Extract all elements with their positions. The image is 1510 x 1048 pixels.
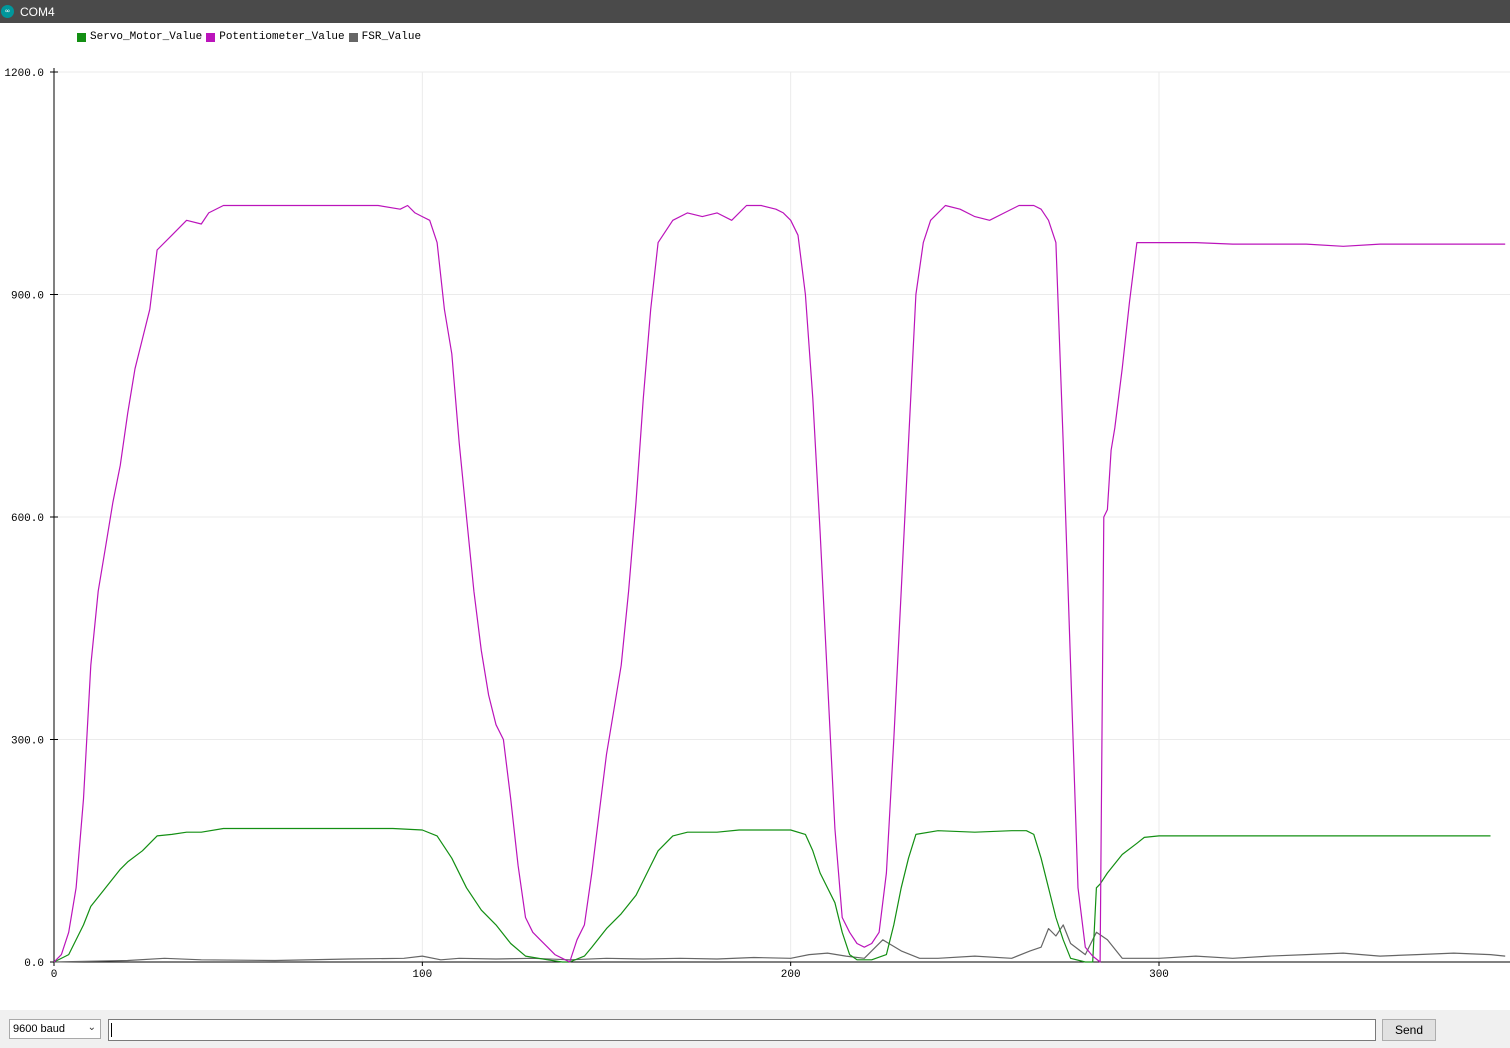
serial-send-input[interactable] [108,1019,1376,1041]
y-tick-label: 1200.0 [4,68,44,80]
baud-rate-value: 9600 baud [13,1023,65,1035]
bottom-toolbar: 9600 baud ⌄ Send [0,1010,1510,1048]
legend-label-potentiometer: Potentiometer_Value [219,31,345,43]
potentiometer-value-line [53,204,1506,963]
y-tick-label: 0.0 [24,958,44,970]
legend-item-fsr: FSR_Value [348,31,422,43]
baud-rate-select[interactable]: 9600 baud ⌄ [9,1019,101,1039]
legend-label-fsr: FSR_Value [361,31,422,43]
fsr-value-line [53,924,1506,963]
x-tick-label: 100 [412,969,432,981]
y-tick-label: 900.0 [11,291,44,303]
legend-item-servo: Servo_Motor_Value [77,31,202,43]
y-tick-label: 600.0 [11,513,44,525]
legend-swatch-servo [77,32,86,42]
serial-plotter-chart: 0.0 300.0 600.0 900.0 1200.0 0 100 200 300 [4,68,1510,981]
servo-motor-value-line [53,827,1491,963]
text-caret [111,1023,112,1037]
legend-swatch-potentiometer [206,32,216,42]
y-tick-label: 300.0 [11,736,44,748]
chevron-down-icon: ⌄ [87,1022,96,1033]
x-tick-label: 200 [781,969,801,981]
x-tick-label: 0 [51,969,58,981]
chart-legend: Servo_Motor_Value Potentiometer_Value FS… [77,30,425,44]
x-tick-label: 300 [1149,969,1169,981]
send-button[interactable]: Send [1382,1019,1436,1041]
legend-swatch-fsr [348,32,358,42]
legend-label-servo: Servo_Motor_Value [90,31,203,43]
legend-item-potentiometer: Potentiometer_Value [206,31,345,43]
